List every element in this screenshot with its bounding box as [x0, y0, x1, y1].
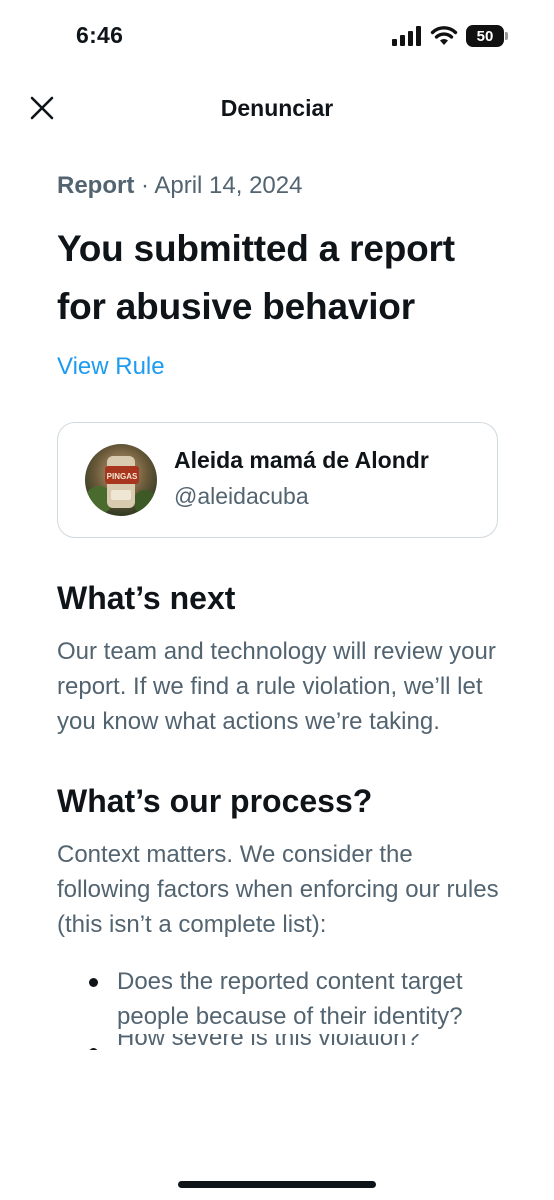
battery-level: 50	[476, 27, 494, 45]
navigation-bar: Denunciar	[0, 80, 554, 136]
status-bar: 6:46 50	[0, 0, 554, 74]
page-title: Denunciar	[220, 95, 334, 121]
svg-text:PINGAS: PINGAS	[107, 472, 138, 481]
meta-separator: ·	[134, 172, 155, 199]
whats-next-body: Our team and technology will review your…	[57, 638, 496, 735]
process-body: Context matters. We consider the followi…	[57, 841, 499, 938]
reported-account-card[interactable]: PINGAS Aleida mamá de Alondr @aleidacuba	[57, 422, 498, 538]
avatar: PINGAS	[85, 444, 157, 516]
report-headline: You submitted a report for abusive behav…	[57, 228, 455, 327]
process-title: What’s our process?	[57, 783, 373, 819]
process-factors-list: Does the reported content target people …	[57, 964, 502, 1050]
view-rule-link[interactable]: View Rule	[57, 350, 165, 384]
battery-icon: 50	[466, 25, 508, 47]
list-item: Does the reported content target people …	[57, 964, 502, 1034]
report-type: Report	[57, 172, 135, 199]
bottom-area	[0, 1150, 554, 1200]
home-indicator[interactable]	[178, 1181, 376, 1188]
report-content: Report · April 14, 2024 You submitted a …	[57, 170, 502, 1050]
whats-next-title: What’s next	[57, 580, 236, 616]
report-date: April 14, 2024	[154, 172, 303, 199]
cellular-signal-icon	[392, 26, 421, 46]
wifi-icon	[430, 26, 458, 45]
status-icons: 50	[392, 25, 508, 47]
status-time: 6:46	[76, 22, 124, 48]
account-display-name: Aleida mamá de Alondr	[174, 447, 429, 473]
account-handle: @aleidacuba	[174, 483, 309, 509]
list-item: How severe is this violation?	[57, 1034, 502, 1050]
report-meta: Report · April 14, 2024	[57, 170, 502, 202]
